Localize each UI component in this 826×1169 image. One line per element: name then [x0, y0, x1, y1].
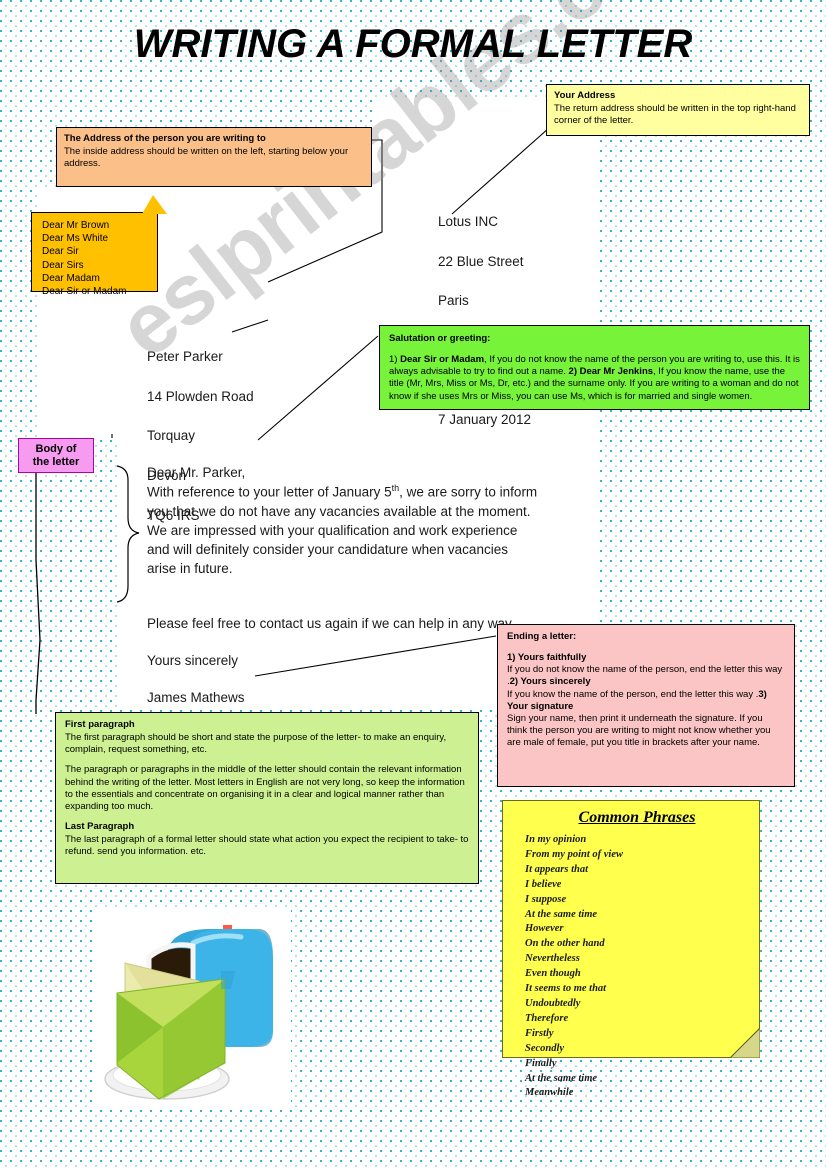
phrase-item: Even though: [525, 968, 581, 980]
salutation-num-1: 1): [389, 354, 401, 366]
phrase-item: Firstly: [525, 1027, 554, 1039]
page-curl-icon: [729, 1027, 760, 1058]
letter-greeting: Dear Mr. Parker,: [147, 443, 245, 483]
phrase-item: From my point of view: [525, 848, 623, 860]
salutation-note: Salutation or greeting: 1) Dear Sir or M…: [379, 325, 810, 410]
phrase-item: I suppose: [525, 893, 567, 905]
signature-name: James Mathews: [147, 689, 245, 705]
recipient-address-heading: The Address of the person you are writin…: [64, 133, 266, 144]
recipient-address-note: The Address of the person you are writin…: [56, 127, 372, 187]
phrase-item: In my opinion: [525, 834, 587, 845]
letter-closing: Yours sincerely: [147, 631, 238, 671]
phrase-item: Therefore: [525, 1012, 569, 1024]
phrase-item: At the same time: [525, 908, 598, 920]
sender-address-block: Lotus INC 22 Blue Street Paris WIB 6DH P…: [438, 192, 638, 450]
phrase-item: Meanwhile: [525, 1087, 574, 1099]
callout-line-3: Dear Sirs: [42, 259, 84, 271]
phrase-item: At the same time: [525, 1072, 598, 1084]
ending-a-letter-note: Ending a letter: 1) Yours faithfully If y…: [497, 624, 795, 787]
your-address-heading: Your Address: [554, 90, 616, 101]
phrase-item: Nevertheless: [525, 953, 580, 965]
middle-paragraph-text: The paragraph or paragraphs in the middl…: [65, 764, 465, 812]
recipient-address-line-1: 14 Plowden Road: [147, 388, 254, 404]
mailbox-icon: [104, 925, 273, 1100]
sender-address-line-1: 22 Blue Street: [438, 253, 524, 269]
your-address-note: Your Address The return address should b…: [546, 84, 810, 136]
paragraph-structure-note: First paragraph The first paragraph shou…: [55, 712, 479, 884]
callout-line-2: Dear Sir: [42, 246, 79, 258]
phrase-item: Undoubtedly: [525, 997, 581, 1009]
salutation-examples-callout: Dear Mr Brown Dear Ms White Dear Sir Dea…: [31, 193, 168, 297]
letter-p1-sup: th: [391, 483, 400, 493]
first-paragraph-heading: First paragraph: [65, 719, 135, 730]
ending-text-2: If you know the name of the person, end …: [507, 688, 759, 700]
letter-greeting-text: Dear Mr. Parker,: [147, 464, 246, 480]
ending-bold-1: 1) Yours faithfully: [507, 652, 587, 664]
mailbox-illustration: [95, 907, 291, 1109]
sender-address-line-5: 7 January 2012: [438, 412, 532, 428]
salutation-bold-1: Dear Sir or Madam: [400, 354, 485, 366]
common-phrases-note: Common Phrases In my opinion From my poi…: [502, 800, 760, 1098]
callout-line-1: Dear Ms White: [42, 233, 109, 245]
body-of-letter-label: Body of the letter: [18, 438, 94, 473]
phrase-item: However: [525, 923, 564, 935]
recipient-address-line-0: Peter Parker: [147, 348, 223, 364]
common-phrases-title: Common Phrases: [578, 809, 696, 826]
callout-line-5: Dear Sir or Madam: [42, 285, 127, 297]
sender-address-line-0: Lotus INC: [438, 213, 499, 229]
salutation-bold-2: 2) Dear Mr Jenkins: [565, 366, 654, 378]
last-paragraph-heading: Last Paragraph: [65, 821, 135, 833]
common-phrases-list: In my opinion From my point of view It a…: [525, 833, 749, 1101]
last-paragraph-text: The last paragraph of a formal letter sh…: [65, 834, 469, 858]
ending-text-3: Sign your name, then print it underneath…: [507, 712, 771, 749]
ending-body: 1) Yours faithfully If you do not know th…: [507, 652, 785, 749]
your-address-body: The return address should be written in …: [554, 103, 796, 127]
phrase-item: It seems to me that: [525, 983, 607, 995]
callout-tail: [142, 195, 167, 214]
letter-paragraph-1: With reference to your letter of January…: [147, 482, 587, 578]
page-title: WRITING A FORMAL LETTER: [133, 22, 693, 66]
sender-address-line-2: Paris: [438, 293, 469, 309]
letter-p1-a: With reference to your letter of January…: [147, 484, 392, 500]
phrase-item: It appears that: [525, 863, 589, 875]
salutation-body: 1) Dear Sir or Madam, If you do not know…: [389, 354, 800, 403]
letter-p2-text: Please feel free to contact us again if …: [147, 615, 515, 631]
phrase-item: I believe: [525, 878, 562, 890]
phrase-item: Secondly: [525, 1042, 565, 1054]
recipient-address-body: The inside address should be written on …: [64, 146, 349, 170]
first-paragraph-text: The first paragraph should be short and …: [65, 732, 447, 756]
worksheet-page: eslprintables.com WRITING A FORMAL LETTE…: [0, 0, 826, 1169]
callout-line-0: Dear Mr Brown: [42, 220, 110, 231]
letter-closing-text: Yours sincerely: [147, 652, 239, 668]
ending-bold-2: 2) Yours sincerely: [509, 676, 591, 688]
phrase-item: Finally: [525, 1057, 557, 1069]
callout-line-4: Dear Madam: [42, 272, 100, 284]
phrase-item: On the other hand: [525, 938, 605, 950]
salutation-heading: Salutation or greeting:: [389, 333, 491, 344]
ending-heading: Ending a letter:: [507, 631, 577, 642]
